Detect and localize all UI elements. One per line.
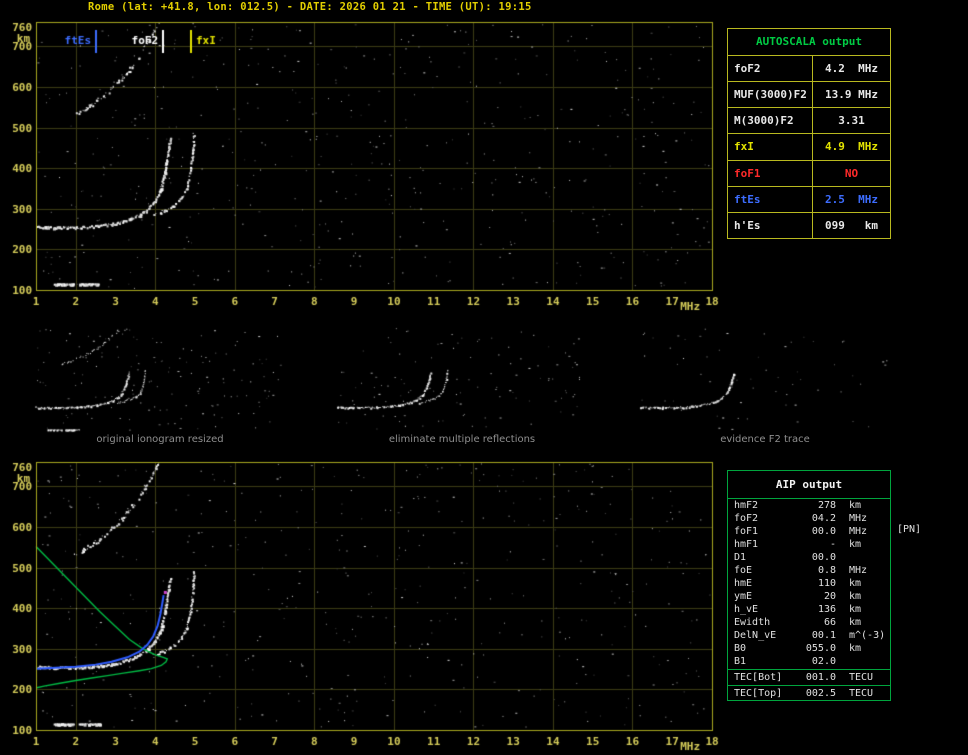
aip-row-unit: km — [849, 604, 862, 615]
aip-row-value: 110 — [817, 578, 836, 589]
aip-row-label: D1 — [734, 552, 747, 563]
autoscala-row: ftEs 2.5 MHz — [728, 186, 890, 213]
aip-row: hmF1 - km — [728, 538, 890, 551]
mini-panel-3-plot — [640, 327, 890, 432]
station-title: Rome (lat: +41.8, lon: 012.5) - DATE: 20… — [88, 1, 532, 13]
autoscala-row-label: foF2 — [728, 56, 813, 82]
autoscala-output-table: AUTOSCALA output foF2 4.2 MHz MUF(3000)F2 1… — [727, 28, 891, 239]
aip-separator — [728, 669, 890, 670]
autoscala-row-label: MUF(3000)F2 — [728, 82, 813, 108]
aip-row-value: 002.5 — [805, 688, 836, 699]
aip-row-label: B1 — [734, 656, 747, 667]
autoscala-table-header: AUTOSCALA output — [728, 29, 890, 56]
aip-row: TEC[Top] 002.5 TECU — [728, 687, 890, 700]
mini-panel-1-plot — [35, 327, 285, 432]
aip-row: DelN_vE 00.1 m^(-3) — [728, 629, 890, 642]
aip-row-label: foF2 — [734, 513, 759, 524]
autoscala-row-label: h'Es — [728, 212, 813, 238]
aip-row: hmF2 278 km — [728, 499, 890, 512]
aip-row-value: 001.0 — [805, 672, 836, 683]
aip-row: ymE 20 km — [728, 590, 890, 603]
mini-panel-2-plot — [337, 327, 587, 432]
aip-row: TEC[Bot] 001.0 TECU — [728, 671, 890, 684]
autoscala-row-value: 4.2 MHz — [825, 62, 878, 76]
bottom-ionogram-plot — [36, 462, 712, 730]
aip-row: foE 0.8 MHz — [728, 564, 890, 577]
aip-row-unit: km — [849, 539, 862, 550]
aip-row-value: - — [829, 539, 836, 550]
aip-row-label: hmF1 — [734, 539, 759, 550]
autoscala-row-label: foF1 — [728, 160, 813, 186]
autoscala-row-label: fxI — [728, 134, 813, 160]
aip-table-header: AIP output — [728, 471, 890, 499]
aip-row-label: TEC[Top] — [734, 688, 783, 699]
aip-row-value: 02.0 — [811, 656, 836, 667]
aip-table-rows: hmF2 278 km foF2 04.2 MHz foF1 00.0 MHz [PN] hmF1 -… — [728, 499, 921, 700]
aip-row-unit: MHz — [849, 565, 868, 576]
aip-row: h_vE 136 km — [728, 603, 890, 616]
autoscala-row: M(3000)F2 3.31 — [728, 108, 890, 135]
aip-row-label: ymE — [734, 591, 753, 602]
aip-separator — [728, 685, 890, 686]
aip-row: B1 02.0 — [728, 655, 890, 668]
aip-row-label: hmE — [734, 578, 753, 589]
aip-row-unit: TECU — [849, 672, 874, 683]
aip-row-value: 20 — [823, 591, 836, 602]
aip-row-label: TEC[Bot] — [734, 672, 783, 683]
aip-row-unit: km — [849, 591, 862, 602]
aip-row-unit: TECU — [849, 688, 874, 699]
autoscala-row-value: 2.5 MHz — [825, 192, 878, 206]
aip-row-value: 04.2 — [811, 513, 836, 524]
autoscala-row: h'Es 099 km — [728, 212, 890, 238]
panel-caption: original ionogram resized — [96, 434, 224, 445]
autoscala-row-value: 4.9 MHz — [825, 140, 878, 154]
autoscala-row-label: ftEs — [728, 186, 813, 212]
aip-row: foF2 04.2 MHz — [728, 512, 890, 525]
aip-row-value: 278 — [817, 500, 836, 511]
aip-row-flag: [PN] — [897, 524, 922, 535]
aip-row-unit: km — [849, 578, 862, 589]
aip-row-value: 136 — [817, 604, 836, 615]
aip-row-label: hmF2 — [734, 500, 759, 511]
top-ionogram-plot — [36, 22, 712, 290]
autoscala-row-value: 099 km — [825, 218, 878, 232]
aip-row-value: 66 — [823, 617, 836, 628]
autoscala-row-value: 13.9 MHz — [825, 88, 878, 102]
aip-row: hmE 110 km — [728, 577, 890, 590]
autoscala-row: foF2 4.2 MHz — [728, 56, 890, 83]
aip-row-unit: km — [849, 643, 862, 654]
autoscala-row: fxI 4.9 MHz — [728, 134, 890, 161]
aip-row-value: 00.0 — [811, 552, 836, 563]
aip-row-label: foE — [734, 565, 753, 576]
autoscala-row-value: NO — [844, 166, 859, 180]
autoscala-table-rows: foF2 4.2 MHz MUF(3000)F2 13.9 MHz M(3000)F2 3… — [728, 56, 890, 238]
autoscala-row: MUF(3000)F2 13.9 MHz — [728, 82, 890, 109]
aip-row: Ewidth 66 km — [728, 616, 890, 629]
aip-row-unit: MHz — [849, 526, 868, 537]
aip-row-label: Ewidth — [734, 617, 771, 628]
aip-row: B0 055.0 km — [728, 642, 890, 655]
aip-row-label: B0 — [734, 643, 747, 654]
aip-row-unit: m^(-3) — [849, 630, 886, 641]
autoscala-row: foF1 NO — [728, 160, 890, 187]
autoscala-row-label: M(3000)F2 — [728, 108, 813, 134]
aip-row-label: DelN_vE — [734, 630, 777, 641]
panel-caption: evidence F2 trace — [720, 434, 810, 445]
aip-row-label: foF1 — [734, 526, 759, 537]
aip-row-label: h_vE — [734, 604, 759, 615]
aip-output-table: AIP output hmF2 278 km foF2 04.2 MHz foF1 00.0 M… — [727, 470, 921, 701]
aip-row-unit: km — [849, 617, 862, 628]
panel-caption: eliminate multiple reflections — [388, 434, 536, 445]
aip-row-unit: MHz — [849, 513, 868, 524]
aip-row-value: 0.8 — [817, 565, 836, 576]
aip-row-value: 055.0 — [805, 643, 836, 654]
aip-row-unit: km — [849, 500, 862, 511]
aip-row-value: 00.0 — [811, 526, 836, 537]
autoscala-row-value: 3.31 — [838, 114, 865, 128]
aip-row-value: 00.1 — [811, 630, 836, 641]
aip-row: D1 00.0 — [728, 551, 890, 564]
aip-row: foF1 00.0 MHz [PN] — [728, 524, 921, 538]
